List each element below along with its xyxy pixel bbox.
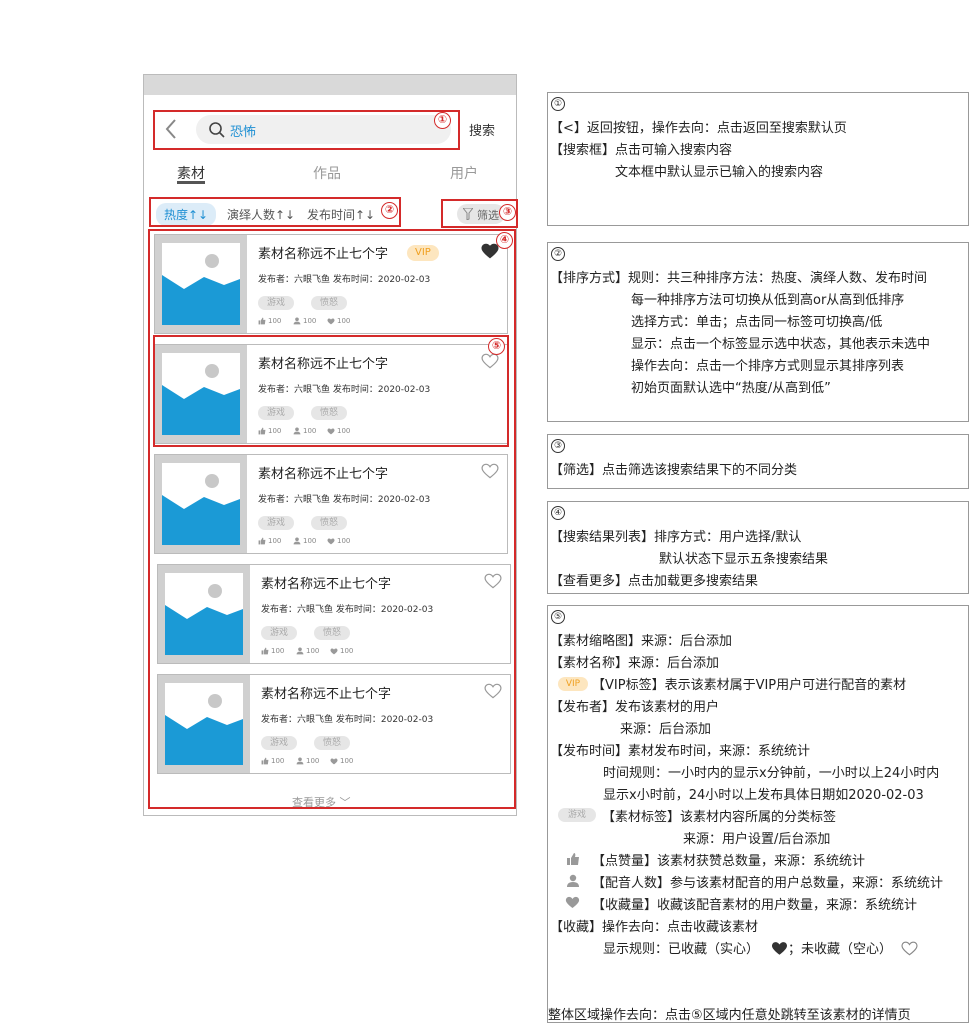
note-line: 显示规则：已收藏（实心） [603, 942, 760, 957]
annotation-box-2 [149, 197, 401, 227]
note-panel-1: ① 【<】返回按钮，操作去向：点击返回至搜索默认页 【搜索框】点击可输入搜索内容… [547, 92, 969, 226]
note-line: 显示：点击一个标签显示选中状态，其他表示未选中 [631, 337, 931, 352]
status-bar [144, 75, 516, 95]
annotation-marker-4: ④ [496, 232, 513, 249]
note-line: 【素材缩略图】来源：后台添加 [550, 634, 733, 649]
note-line: 【排序方式】规则：共三种排序方法：热度、演绎人数、发布时间 [550, 271, 928, 286]
note-line: 【搜索框】点击可输入搜索内容 [550, 143, 733, 158]
note-line: 选择方式：单击；点击同一标签可切换高/低 [631, 315, 883, 330]
tag-sample: 游戏 [558, 808, 596, 822]
vip-badge-sample: VIP [558, 677, 588, 691]
tab-users[interactable]: 用户 [450, 163, 478, 183]
note-line: 【点赞量】该素材获赞总数量，来源：系统统计 [592, 854, 866, 869]
note-panel-3: ③ 【筛选】点击筛选该搜索结果下的不同分类 [547, 434, 969, 489]
panel-number: ① [551, 97, 565, 111]
note-line: 文本框中默认显示已输入的搜索内容 [615, 165, 824, 180]
annotation-marker-2: ② [381, 202, 398, 219]
annotation-box-4 [148, 229, 516, 809]
note-panel-5: ⑤ 【素材缩略图】来源：后台添加 【素材名称】来源：后台添加 VIP 【VIP标… [547, 605, 969, 1023]
note-panel-2: ② 【排序方式】规则：共三种排序方法：热度、演绎人数、发布时间 每一种排序方法可… [547, 242, 969, 422]
note-line: 【发布时间】素材发布时间，来源：系统统计 [550, 744, 811, 759]
note-line: 显示x小时前，24小时以上发布具体日期如2020-02-03 [603, 788, 924, 803]
note-line: 整体区域操作去向：点击⑤区域内任意处跳转至该素材的详情页 [548, 1008, 911, 1023]
panel-number: ③ [551, 439, 565, 453]
tab-material[interactable]: 素材 [177, 163, 205, 183]
panel-number: ② [551, 247, 565, 261]
annotation-marker-5: ⑤ [488, 338, 505, 355]
panel-number: ④ [551, 506, 565, 520]
note-line: 【素材名称】来源：后台添加 [550, 656, 720, 671]
note-line: 时间规则：一小时内的显示x分钟前，一小时以上24小时内 [603, 766, 940, 781]
heart-icon [565, 896, 580, 908]
note-line: 初始页面默认选中“热度/从高到低” [631, 381, 831, 396]
note-line: 默认状态下显示五条搜索结果 [659, 552, 829, 567]
annotation-marker-1: ① [434, 112, 451, 129]
note-line: 【VIP标签】表示该素材属于VIP用户可进行配音的素材 [592, 678, 907, 693]
user-icon [567, 874, 579, 887]
note-line: 【筛选】点击筛选该搜索结果下的不同分类 [550, 463, 798, 478]
note-line: 【搜索结果列表】排序方式：用户选择/默认 [550, 530, 802, 545]
annotation-box-5 [153, 335, 509, 447]
thumbs-up-icon [567, 853, 579, 865]
note-line: 每一种排序方法可切换从低到高or从高到低排序 [631, 293, 905, 308]
note-line: 来源：用户设置/后台添加 [683, 832, 831, 847]
panel-number: ⑤ [551, 610, 565, 624]
search-button[interactable]: 搜索 [469, 120, 495, 139]
heart-outline-icon [901, 941, 918, 956]
note-line: 【素材标签】该素材内容所属的分类标签 [602, 810, 837, 825]
note-line: 操作去向：点击一个排序方式则显示其排序列表 [631, 359, 905, 374]
note-panel-4: ④ 【搜索结果列表】排序方式：用户选择/默认 默认状态下显示五条搜索结果 【查看… [547, 501, 969, 594]
annotation-box-1 [153, 110, 460, 150]
note-line: 【配音人数】参与该素材配音的用户总数量，来源：系统统计 [592, 876, 944, 891]
tab-active-indicator [177, 181, 205, 184]
note-line: 【收藏】操作去向：点击收藏该素材 [550, 920, 759, 935]
note-line: ；未收藏（空心） [788, 942, 893, 957]
tab-works[interactable]: 作品 [313, 163, 341, 183]
note-line: 【收藏量】收藏该配音素材的用户数量，来源：系统统计 [592, 898, 918, 913]
note-line: 来源：后台添加 [620, 722, 712, 737]
annotation-marker-3: ③ [499, 204, 516, 221]
note-line: 【发布者】发布该素材的用户 [550, 700, 720, 715]
note-line: 【查看更多】点击加载更多搜索结果 [550, 574, 759, 589]
note-line: 【<】返回按钮，操作去向：点击返回至搜索默认页 [550, 121, 847, 136]
heart-filled-icon [772, 942, 787, 955]
